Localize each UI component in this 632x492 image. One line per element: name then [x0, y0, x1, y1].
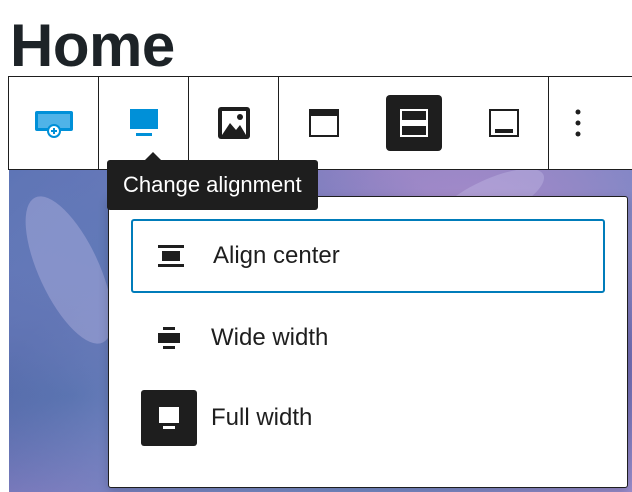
cover-block-button[interactable]: [9, 77, 99, 169]
content-position-bottom-button[interactable]: [459, 77, 549, 169]
content-position-center-button[interactable]: [369, 77, 459, 169]
menu-item-full-width[interactable]: Full width: [131, 381, 605, 455]
change-alignment-tooltip: Change alignment: [107, 160, 318, 210]
position-top-icon: [309, 109, 339, 137]
image-icon: [217, 107, 250, 139]
align-wide-icon: [141, 310, 197, 366]
menu-item-align-center[interactable]: Align center: [131, 219, 605, 293]
content-position-top-button[interactable]: [279, 77, 369, 169]
alignment-menu: Align center Wide width Full width: [108, 196, 628, 488]
menu-item-label: Align center: [213, 242, 340, 269]
align-full-width-icon: [141, 390, 197, 446]
menu-item-label: Wide width: [211, 324, 329, 351]
cover-icon: [34, 111, 73, 138]
page-title: Home: [10, 12, 175, 79]
more-options-button[interactable]: [549, 77, 607, 169]
position-center-icon: [400, 109, 428, 137]
replace-media-button[interactable]: [189, 77, 279, 169]
block-toolbar: [8, 76, 632, 170]
position-bottom-icon: [488, 109, 519, 137]
change-alignment-button[interactable]: [99, 77, 189, 169]
align-center-icon: [143, 228, 199, 284]
more-vertical-icon: [575, 109, 581, 137]
menu-item-label: Full width: [211, 404, 313, 431]
tooltip-arrow: [145, 152, 161, 160]
align-full-icon: [129, 109, 158, 136]
menu-item-wide-width[interactable]: Wide width: [131, 301, 605, 375]
